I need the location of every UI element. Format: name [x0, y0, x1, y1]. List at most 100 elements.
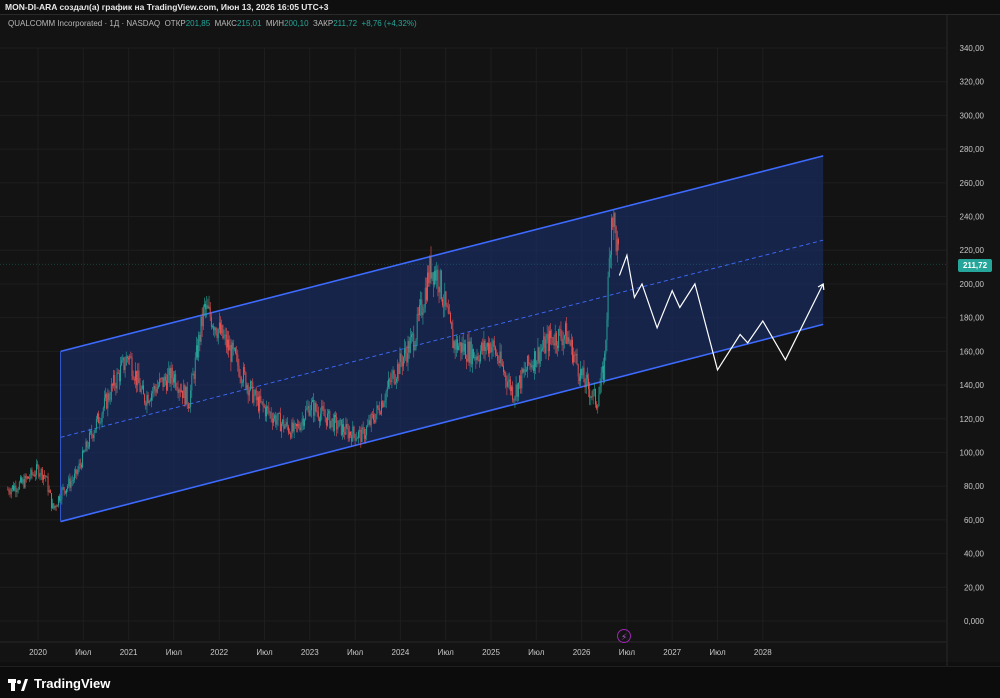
candle-body [92, 435, 94, 439]
candle-body [489, 343, 491, 354]
candle-body [53, 503, 55, 509]
candle-body [394, 382, 396, 384]
candle-body [415, 339, 417, 348]
candle-body [581, 368, 583, 376]
candle-body [462, 342, 464, 352]
candle-body [178, 389, 180, 393]
candle-body [15, 485, 17, 493]
candle-body [498, 360, 500, 363]
candle-body [560, 329, 562, 339]
close-value: 211,72 [333, 19, 358, 28]
candle-body [302, 418, 304, 426]
candle-body [425, 287, 427, 301]
candle-body [251, 381, 253, 383]
candle-body [338, 420, 340, 428]
candle-body [269, 412, 271, 414]
candle-body [315, 402, 317, 411]
candle-body [406, 353, 408, 363]
close-label: ЗАКР [313, 19, 334, 28]
candle-body [264, 407, 266, 417]
candle-body [568, 337, 570, 342]
candle-body [537, 347, 539, 362]
candle-body [549, 330, 550, 352]
candle-body [240, 377, 242, 383]
candle-body [124, 365, 126, 370]
candle-body [323, 409, 325, 416]
candle-body [162, 377, 164, 387]
candle-body [358, 431, 359, 438]
candle-body [148, 400, 150, 403]
candle-body [452, 328, 454, 349]
candle-body [69, 478, 71, 488]
candle-body [491, 347, 493, 353]
candle-body [307, 406, 309, 408]
candle-body [72, 479, 74, 481]
candle-body [440, 270, 442, 300]
candle-body [232, 342, 234, 350]
candle-body [36, 464, 37, 475]
candle-body [557, 345, 558, 349]
candle-body [86, 441, 88, 448]
candle-body [526, 370, 527, 372]
candle-body [553, 343, 555, 346]
candle-body [551, 337, 553, 338]
open-label: ОТКР [164, 19, 186, 28]
candle-body [168, 368, 170, 375]
candle-body [221, 325, 223, 334]
candle-body [566, 323, 568, 344]
candle-body [166, 380, 167, 391]
candle-body [519, 375, 520, 383]
price-chart[interactable]: 340,00 320,00 300,00 280,00 260,00 240,00 220,… [0, 0, 1000, 666]
candle-body [220, 322, 221, 334]
symbol-legend: QUALCOMM Incorporated · 1Д · NASDAQ ОТКР… [8, 19, 417, 28]
y-tick-label: 240,00 [960, 213, 985, 222]
candle-body [55, 505, 57, 507]
candle-body [583, 367, 585, 383]
candle-body [200, 316, 202, 342]
candle-body [432, 272, 434, 285]
candle-body [182, 390, 184, 399]
candle-body [396, 378, 397, 383]
candle-body [268, 407, 270, 413]
candle-body [471, 349, 473, 365]
candle-body [235, 348, 236, 354]
candle-body [507, 382, 509, 387]
candle-body [175, 374, 177, 388]
candle-body [32, 474, 34, 476]
candle-body [227, 339, 228, 348]
candle-body [596, 404, 598, 409]
candle-body [290, 433, 292, 438]
y-tick-label: 340,00 [960, 44, 985, 53]
y-tick-label: 80,00 [964, 482, 985, 491]
candle-body [314, 402, 316, 416]
candle-body [7, 489, 9, 491]
candle-body [223, 336, 225, 339]
candle-body [90, 430, 92, 433]
low-value: 200,10 [284, 19, 309, 28]
candle-body [513, 399, 515, 401]
candle-body [171, 367, 173, 378]
candle-body [131, 357, 133, 377]
lightning-icon[interactable]: ⚡ [617, 629, 631, 643]
candle-body [482, 342, 484, 351]
y-tick-label: 260,00 [960, 179, 985, 188]
candle-body [164, 376, 166, 381]
candle-body [95, 419, 97, 429]
candle-body [376, 405, 378, 414]
candle-body [481, 342, 483, 352]
candle-body [570, 339, 572, 346]
candle-body [591, 396, 593, 398]
candle-body [517, 382, 519, 397]
candle-body [497, 354, 499, 361]
candle-body [9, 492, 11, 495]
candle-body [381, 401, 382, 414]
candle-body [16, 490, 18, 493]
candle-body [588, 378, 589, 390]
y-tick-label: 180,00 [960, 314, 985, 323]
candle-body [271, 418, 273, 424]
candle-body [561, 338, 563, 346]
candle-body [258, 397, 259, 412]
tradingview-logo[interactable]: TradingView [8, 676, 110, 691]
candle-body [332, 418, 334, 431]
candle-body [236, 353, 238, 355]
